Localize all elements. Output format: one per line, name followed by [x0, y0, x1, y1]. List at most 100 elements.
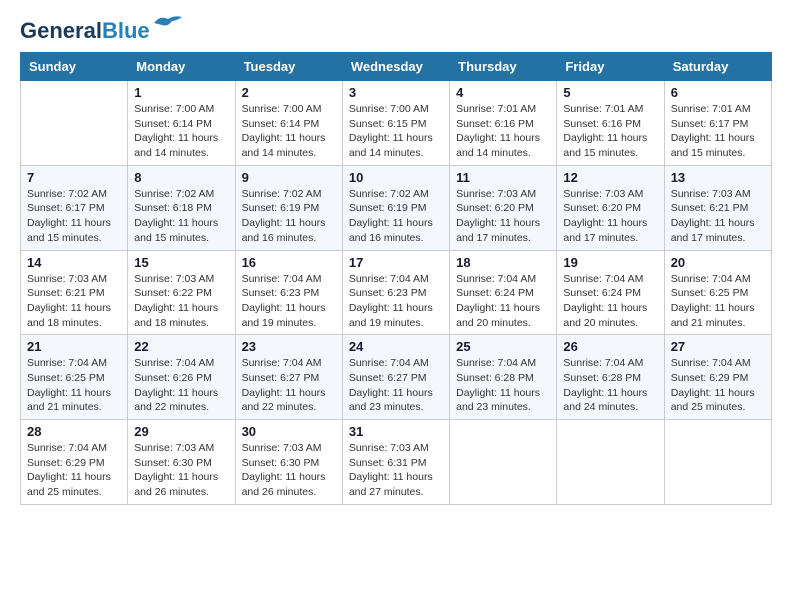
day-info: Sunrise: 7:00 AMSunset: 6:14 PMDaylight:…	[242, 102, 336, 161]
weekday-header-row: SundayMondayTuesdayWednesdayThursdayFrid…	[21, 53, 772, 81]
day-info: Sunrise: 7:03 AMSunset: 6:20 PMDaylight:…	[456, 187, 550, 246]
day-info: Sunrise: 7:04 AMSunset: 6:27 PMDaylight:…	[349, 356, 443, 415]
day-number: 13	[671, 170, 765, 185]
calendar-cell: 21 Sunrise: 7:04 AMSunset: 6:25 PMDayligh…	[21, 335, 128, 420]
day-number: 11	[456, 170, 550, 185]
day-info: Sunrise: 7:04 AMSunset: 6:26 PMDaylight:…	[134, 356, 228, 415]
day-info: Sunrise: 7:04 AMSunset: 6:29 PMDaylight:…	[27, 441, 121, 500]
calendar-week-3: 14 Sunrise: 7:03 AMSunset: 6:21 PMDayligh…	[21, 250, 772, 335]
calendar-cell: 14 Sunrise: 7:03 AMSunset: 6:21 PMDayligh…	[21, 250, 128, 335]
day-number: 30	[242, 424, 336, 439]
calendar-cell: 24 Sunrise: 7:04 AMSunset: 6:27 PMDayligh…	[342, 335, 449, 420]
day-info: Sunrise: 7:04 AMSunset: 6:25 PMDaylight:…	[671, 272, 765, 331]
calendar-cell: 17 Sunrise: 7:04 AMSunset: 6:23 PMDayligh…	[342, 250, 449, 335]
day-number: 29	[134, 424, 228, 439]
logo-text: GeneralBlue	[20, 20, 150, 42]
day-number: 4	[456, 85, 550, 100]
day-number: 23	[242, 339, 336, 354]
calendar-cell: 5 Sunrise: 7:01 AMSunset: 6:16 PMDaylight…	[557, 81, 664, 166]
calendar-cell: 7 Sunrise: 7:02 AMSunset: 6:17 PMDaylight…	[21, 165, 128, 250]
day-number: 9	[242, 170, 336, 185]
day-info: Sunrise: 7:02 AMSunset: 6:19 PMDaylight:…	[242, 187, 336, 246]
day-number: 31	[349, 424, 443, 439]
calendar-week-2: 7 Sunrise: 7:02 AMSunset: 6:17 PMDaylight…	[21, 165, 772, 250]
calendar-cell: 20 Sunrise: 7:04 AMSunset: 6:25 PMDayligh…	[664, 250, 771, 335]
calendar-cell	[557, 420, 664, 505]
calendar-cell: 3 Sunrise: 7:00 AMSunset: 6:15 PMDaylight…	[342, 81, 449, 166]
calendar-cell: 12 Sunrise: 7:03 AMSunset: 6:20 PMDayligh…	[557, 165, 664, 250]
calendar-cell: 25 Sunrise: 7:04 AMSunset: 6:28 PMDayligh…	[450, 335, 557, 420]
day-number: 7	[27, 170, 121, 185]
day-number: 2	[242, 85, 336, 100]
calendar-cell: 10Sunrise: 7:02 AMSunset: 6:19 PMDayligh…	[342, 165, 449, 250]
calendar-cell: 13 Sunrise: 7:03 AMSunset: 6:21 PMDayligh…	[664, 165, 771, 250]
day-number: 28	[27, 424, 121, 439]
calendar-cell: 23 Sunrise: 7:04 AMSunset: 6:27 PMDayligh…	[235, 335, 342, 420]
day-info: Sunrise: 7:01 AMSunset: 6:17 PMDaylight:…	[671, 102, 765, 161]
day-info: Sunrise: 7:03 AMSunset: 6:22 PMDaylight:…	[134, 272, 228, 331]
day-info: Sunrise: 7:02 AMSunset: 6:17 PMDaylight:…	[27, 187, 121, 246]
day-number: 10	[349, 170, 443, 185]
day-number: 18	[456, 255, 550, 270]
day-number: 22	[134, 339, 228, 354]
day-number: 20	[671, 255, 765, 270]
day-info: Sunrise: 7:04 AMSunset: 6:28 PMDaylight:…	[456, 356, 550, 415]
calendar-cell: 4 Sunrise: 7:01 AMSunset: 6:16 PMDaylight…	[450, 81, 557, 166]
day-number: 6	[671, 85, 765, 100]
calendar-cell: 11 Sunrise: 7:03 AMSunset: 6:20 PMDayligh…	[450, 165, 557, 250]
calendar-cell: 22 Sunrise: 7:04 AMSunset: 6:26 PMDayligh…	[128, 335, 235, 420]
calendar-cell: 19 Sunrise: 7:04 AMSunset: 6:24 PMDayligh…	[557, 250, 664, 335]
day-number: 21	[27, 339, 121, 354]
calendar-week-5: 28 Sunrise: 7:04 AMSunset: 6:29 PMDayligh…	[21, 420, 772, 505]
calendar-cell: 30Sunrise: 7:03 AMSunset: 6:30 PMDayligh…	[235, 420, 342, 505]
calendar-cell: 6 Sunrise: 7:01 AMSunset: 6:17 PMDaylight…	[664, 81, 771, 166]
day-number: 1	[134, 85, 228, 100]
weekday-header-tuesday: Tuesday	[235, 53, 342, 81]
page-header: GeneralBlue	[20, 20, 772, 42]
calendar-week-4: 21 Sunrise: 7:04 AMSunset: 6:25 PMDayligh…	[21, 335, 772, 420]
logo-bird-icon	[152, 13, 184, 35]
day-number: 15	[134, 255, 228, 270]
day-info: Sunrise: 7:04 AMSunset: 6:28 PMDaylight:…	[563, 356, 657, 415]
weekday-header-thursday: Thursday	[450, 53, 557, 81]
calendar-cell: 26 Sunrise: 7:04 AMSunset: 6:28 PMDayligh…	[557, 335, 664, 420]
day-info: Sunrise: 7:03 AMSunset: 6:21 PMDaylight:…	[27, 272, 121, 331]
day-info: Sunrise: 7:04 AMSunset: 6:23 PMDaylight:…	[349, 272, 443, 331]
day-info: Sunrise: 7:04 AMSunset: 6:25 PMDaylight:…	[27, 356, 121, 415]
day-info: Sunrise: 7:01 AMSunset: 6:16 PMDaylight:…	[563, 102, 657, 161]
calendar-cell	[664, 420, 771, 505]
day-number: 3	[349, 85, 443, 100]
day-info: Sunrise: 7:03 AMSunset: 6:21 PMDaylight:…	[671, 187, 765, 246]
day-info: Sunrise: 7:04 AMSunset: 6:27 PMDaylight:…	[242, 356, 336, 415]
day-number: 12	[563, 170, 657, 185]
day-info: Sunrise: 7:00 AMSunset: 6:15 PMDaylight:…	[349, 102, 443, 161]
logo: GeneralBlue	[20, 20, 184, 42]
calendar-cell	[21, 81, 128, 166]
day-info: Sunrise: 7:04 AMSunset: 6:24 PMDaylight:…	[563, 272, 657, 331]
day-info: Sunrise: 7:01 AMSunset: 6:16 PMDaylight:…	[456, 102, 550, 161]
day-info: Sunrise: 7:00 AMSunset: 6:14 PMDaylight:…	[134, 102, 228, 161]
weekday-header-saturday: Saturday	[664, 53, 771, 81]
day-number: 27	[671, 339, 765, 354]
calendar-cell: 28 Sunrise: 7:04 AMSunset: 6:29 PMDayligh…	[21, 420, 128, 505]
calendar-cell: 27 Sunrise: 7:04 AMSunset: 6:29 PMDayligh…	[664, 335, 771, 420]
day-info: Sunrise: 7:03 AMSunset: 6:31 PMDaylight:…	[349, 441, 443, 500]
weekday-header-monday: Monday	[128, 53, 235, 81]
weekday-header-wednesday: Wednesday	[342, 53, 449, 81]
calendar-cell: 16Sunrise: 7:04 AMSunset: 6:23 PMDayligh…	[235, 250, 342, 335]
day-info: Sunrise: 7:03 AMSunset: 6:20 PMDaylight:…	[563, 187, 657, 246]
weekday-header-sunday: Sunday	[21, 53, 128, 81]
weekday-header-friday: Friday	[557, 53, 664, 81]
day-number: 14	[27, 255, 121, 270]
day-number: 26	[563, 339, 657, 354]
day-number: 25	[456, 339, 550, 354]
day-number: 24	[349, 339, 443, 354]
day-number: 5	[563, 85, 657, 100]
day-info: Sunrise: 7:04 AMSunset: 6:29 PMDaylight:…	[671, 356, 765, 415]
day-number: 17	[349, 255, 443, 270]
day-number: 19	[563, 255, 657, 270]
day-info: Sunrise: 7:02 AMSunset: 6:18 PMDaylight:…	[134, 187, 228, 246]
day-info: Sunrise: 7:03 AMSunset: 6:30 PMDaylight:…	[134, 441, 228, 500]
calendar-table: SundayMondayTuesdayWednesdayThursdayFrid…	[20, 52, 772, 505]
calendar-cell: 2 Sunrise: 7:00 AMSunset: 6:14 PMDaylight…	[235, 81, 342, 166]
